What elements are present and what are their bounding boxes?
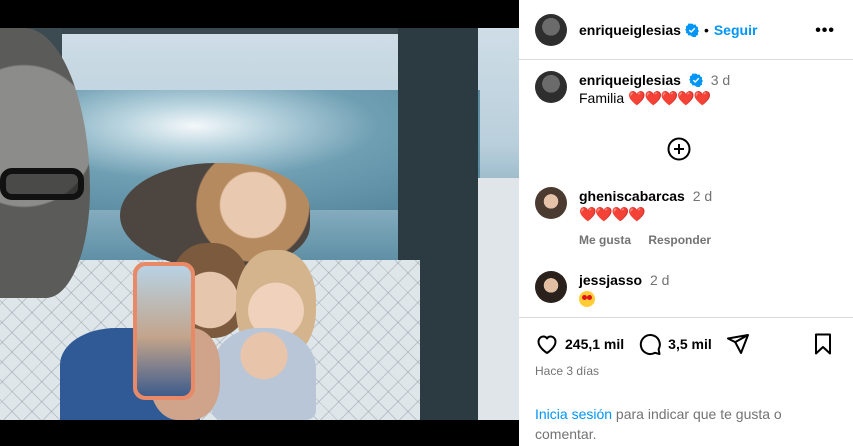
- caption-hearts: ❤️❤️❤️❤️❤️: [628, 90, 711, 106]
- add-comment-icon[interactable]: [667, 137, 691, 161]
- comment-avatar[interactable]: [535, 187, 567, 219]
- photo-baby: [212, 328, 316, 420]
- comment-item: gheniscabarcas 2 d ❤️❤️❤️❤️ Me gusta Res…: [535, 187, 725, 249]
- author-username[interactable]: enriqueiglesias: [579, 22, 681, 38]
- comment-action[interactable]: 3,5 mil: [638, 332, 712, 356]
- photo-boat-deck: [478, 178, 519, 420]
- photo-phone-screen: [137, 266, 191, 396]
- login-link[interactable]: Inicia sesión: [535, 406, 612, 422]
- login-prompt: Inicia sesión para indicar que te gusta …: [535, 404, 835, 444]
- comments-list[interactable]: enriqueiglesias 3 d Familia ❤️❤️❤️❤️❤️ g…: [519, 61, 853, 317]
- caption: enriqueiglesias 3 d Familia ❤️❤️❤️❤️❤️: [535, 71, 730, 107]
- comment-username[interactable]: jessjasso: [579, 272, 642, 288]
- comment-username[interactable]: gheniscabarcas: [579, 188, 685, 204]
- photo-window-frame-top: [40, 28, 420, 34]
- comment-item: jessjasso 2 d: [535, 271, 669, 308]
- more-icon[interactable]: •••: [815, 22, 835, 40]
- comment-like-button[interactable]: Me gusta: [579, 233, 631, 247]
- caption-time[interactable]: 3 d: [711, 72, 730, 88]
- post-header: enriqueiglesias • Seguir •••: [519, 0, 853, 60]
- likes-count[interactable]: 245,1 mil: [565, 336, 624, 352]
- comments-count[interactable]: 3,5 mil: [668, 336, 712, 352]
- photo-sunglasses: [0, 168, 84, 200]
- action-bar: 245,1 mil 3,5 mil: [535, 332, 764, 356]
- verified-icon: [688, 73, 703, 87]
- post-media[interactable]: [0, 0, 519, 446]
- heart-eyes-emoji-icon: [579, 291, 595, 308]
- heart-icon[interactable]: [535, 332, 559, 356]
- verified-icon: [685, 23, 699, 37]
- share-icon[interactable]: [726, 332, 750, 356]
- comment-time[interactable]: 2 d: [693, 188, 712, 204]
- photo-adult: [0, 28, 90, 298]
- share-action[interactable]: [726, 332, 750, 356]
- caption-avatar[interactable]: [535, 71, 567, 103]
- comment-reply-button[interactable]: Responder: [648, 233, 711, 247]
- comment-avatar[interactable]: [535, 271, 567, 303]
- post-timestamp[interactable]: Hace 3 días: [535, 364, 599, 378]
- follow-button[interactable]: Seguir: [714, 22, 758, 38]
- caption-text: Familia: [579, 90, 625, 106]
- post-footer: 245,1 mil 3,5 mil Hace 3 días Inicia ses…: [519, 317, 853, 446]
- caption-username[interactable]: enriqueiglesias: [579, 72, 681, 88]
- header-separator: •: [703, 21, 709, 38]
- comment-time[interactable]: 2 d: [650, 272, 669, 288]
- comment-icon[interactable]: [638, 332, 662, 356]
- bookmark-icon[interactable]: [811, 332, 835, 356]
- author-avatar[interactable]: [535, 13, 567, 46]
- like-action[interactable]: 245,1 mil: [535, 332, 624, 356]
- comment-text: ❤️❤️❤️❤️: [579, 206, 646, 222]
- post-photo: [0, 28, 519, 420]
- post-side-panel: enriqueiglesias • Seguir ••• enriqueigle…: [519, 0, 853, 446]
- photo-phone: [133, 262, 195, 400]
